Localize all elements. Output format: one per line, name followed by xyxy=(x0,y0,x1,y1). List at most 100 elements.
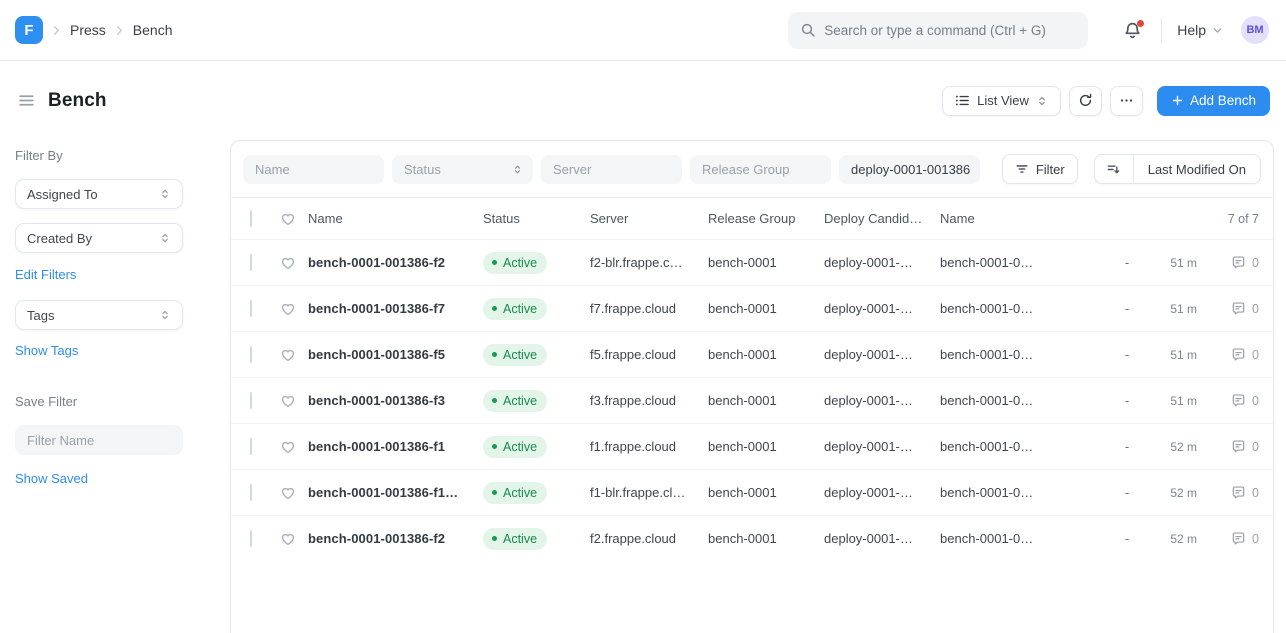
select-all-checkbox[interactable] xyxy=(250,210,252,227)
row-checkbox[interactable] xyxy=(250,346,252,363)
filter-server-field[interactable] xyxy=(541,155,682,184)
table-row[interactable]: bench-0001-001386-f2 Active f2-blr.frapp… xyxy=(231,239,1273,285)
favorite-heart-icon[interactable] xyxy=(280,531,296,547)
filter-deploy-candidate-field[interactable]: deploy-0001-001386 xyxy=(839,155,980,184)
filter-button[interactable]: Filter xyxy=(1002,154,1078,184)
status-badge: Active xyxy=(483,528,547,550)
server-cell: f7.frappe.cloud xyxy=(590,301,708,316)
ellipsis-icon xyxy=(1119,93,1134,108)
filter-release-group-field[interactable] xyxy=(690,155,831,184)
table-row[interactable]: bench-0001-001386-f3 Active f3.frappe.cl… xyxy=(231,377,1273,423)
status-badge: Active xyxy=(483,390,547,412)
deploy-candidate-cell: deploy-0001-… xyxy=(824,439,940,454)
filter-status-select[interactable]: Status xyxy=(392,155,533,184)
status-label: Active xyxy=(503,394,537,408)
column-header-server: Server xyxy=(590,211,708,226)
favorite-heart-icon[interactable] xyxy=(280,393,296,409)
list-view-icon xyxy=(955,93,970,108)
comments-cell[interactable]: 0 xyxy=(1197,439,1261,454)
comments-cell[interactable]: 0 xyxy=(1197,347,1261,362)
list-filter-bar: Status deploy-0001-001386 Filter xyxy=(231,141,1273,197)
comment-count: 0 xyxy=(1252,348,1259,362)
save-filter-label: Save Filter xyxy=(15,394,230,409)
row-checkbox[interactable] xyxy=(250,530,252,547)
status-badge: Active xyxy=(483,252,547,274)
release-group-cell: bench-0001 xyxy=(708,485,824,500)
row-checkbox[interactable] xyxy=(250,438,252,455)
server-cell: f1-blr.frappe.cl… xyxy=(590,485,708,500)
status-dot-icon xyxy=(492,444,497,449)
favorite-heart-icon[interactable] xyxy=(280,485,296,501)
comments-cell[interactable]: 0 xyxy=(1197,255,1261,270)
view-switcher-button[interactable]: List View xyxy=(942,86,1061,116)
row-checkbox[interactable] xyxy=(250,392,252,409)
comments-cell[interactable]: 0 xyxy=(1197,485,1261,500)
filter-button-label: Filter xyxy=(1036,162,1065,177)
server-cell: f3.frappe.cloud xyxy=(590,393,708,408)
name2-cell: bench-0001-0… xyxy=(940,485,1107,500)
release-group-cell: bench-0001 xyxy=(708,393,824,408)
column-header-status: Status xyxy=(483,211,590,226)
bench-name: bench-0001-001386-f1 xyxy=(308,439,483,454)
frappe-logo[interactable]: F xyxy=(15,16,43,44)
status-cell: Active xyxy=(483,528,590,550)
table-row[interactable]: bench-0001-001386-f1… Active f1-blr.frap… xyxy=(231,469,1273,515)
favorite-heart-icon[interactable] xyxy=(280,301,296,317)
table-row[interactable]: bench-0001-001386-f5 Active f5.frappe.cl… xyxy=(231,331,1273,377)
row-checkbox[interactable] xyxy=(250,254,252,271)
add-bench-label: Add Bench xyxy=(1190,93,1256,108)
chevrons-updown-icon xyxy=(159,232,171,244)
sort-control[interactable]: Last Modified On xyxy=(1094,154,1261,184)
empty-value-cell: - xyxy=(1107,393,1147,408)
search-input[interactable] xyxy=(824,23,1076,38)
notifications-button[interactable] xyxy=(1119,17,1146,44)
row-checkbox[interactable] xyxy=(250,484,252,501)
top-navbar: F Press Bench Help BM xyxy=(0,0,1286,61)
name2-cell: bench-0001-0… xyxy=(940,347,1107,362)
favorite-heart-icon[interactable] xyxy=(280,439,296,455)
menu-icon[interactable] xyxy=(15,89,38,112)
table-row[interactable]: bench-0001-001386-f2 Active f2.frappe.cl… xyxy=(231,515,1273,561)
refresh-button[interactable] xyxy=(1069,86,1102,116)
deploy-candidate-cell: deploy-0001-… xyxy=(824,347,940,362)
comment-icon xyxy=(1231,485,1246,500)
filter-name-field[interactable] xyxy=(243,155,384,184)
user-avatar[interactable]: BM xyxy=(1241,16,1269,44)
show-tags-link[interactable]: Show Tags xyxy=(15,343,78,358)
server-cell: f2-blr.frappe.c… xyxy=(590,255,708,270)
last-modified-cell: 52 m xyxy=(1147,532,1197,546)
assigned-to-select[interactable]: Assigned To xyxy=(15,179,183,209)
comments-cell[interactable]: 0 xyxy=(1197,393,1261,408)
favorite-heart-icon[interactable] xyxy=(280,255,296,271)
add-bench-button[interactable]: Add Bench xyxy=(1157,86,1270,116)
status-dot-icon xyxy=(492,260,497,265)
release-group-cell: bench-0001 xyxy=(708,531,824,546)
breadcrumb-bench[interactable]: Bench xyxy=(133,22,173,38)
command-search[interactable] xyxy=(788,12,1088,49)
help-menu[interactable]: Help xyxy=(1177,22,1224,38)
tags-label: Tags xyxy=(27,308,54,323)
comment-count: 0 xyxy=(1252,486,1259,500)
table-row[interactable]: bench-0001-001386-f1 Active f1.frappe.cl… xyxy=(231,423,1273,469)
table-row[interactable]: bench-0001-001386-f7 Active f7.frappe.cl… xyxy=(231,285,1273,331)
server-cell: f1.frappe.cloud xyxy=(590,439,708,454)
tags-select[interactable]: Tags xyxy=(15,300,183,330)
filter-name-input[interactable] xyxy=(15,425,183,455)
row-checkbox[interactable] xyxy=(250,300,252,317)
more-options-button[interactable] xyxy=(1110,86,1143,116)
help-label: Help xyxy=(1177,22,1206,38)
comments-cell[interactable]: 0 xyxy=(1197,531,1261,546)
name2-cell: bench-0001-0… xyxy=(940,393,1107,408)
bench-list-card: Status deploy-0001-001386 Filter xyxy=(230,140,1274,633)
edit-filters-link[interactable]: Edit Filters xyxy=(15,267,76,282)
server-cell: f2.frappe.cloud xyxy=(590,531,708,546)
server-cell: f5.frappe.cloud xyxy=(590,347,708,362)
status-label: Active xyxy=(503,302,537,316)
comments-cell[interactable]: 0 xyxy=(1197,301,1261,316)
created-by-select[interactable]: Created By xyxy=(15,223,183,253)
breadcrumb-press[interactable]: Press xyxy=(70,22,106,38)
column-header-name: Name xyxy=(308,211,483,226)
comment-icon xyxy=(1231,439,1246,454)
favorite-heart-icon[interactable] xyxy=(280,347,296,363)
show-saved-link[interactable]: Show Saved xyxy=(15,471,88,486)
